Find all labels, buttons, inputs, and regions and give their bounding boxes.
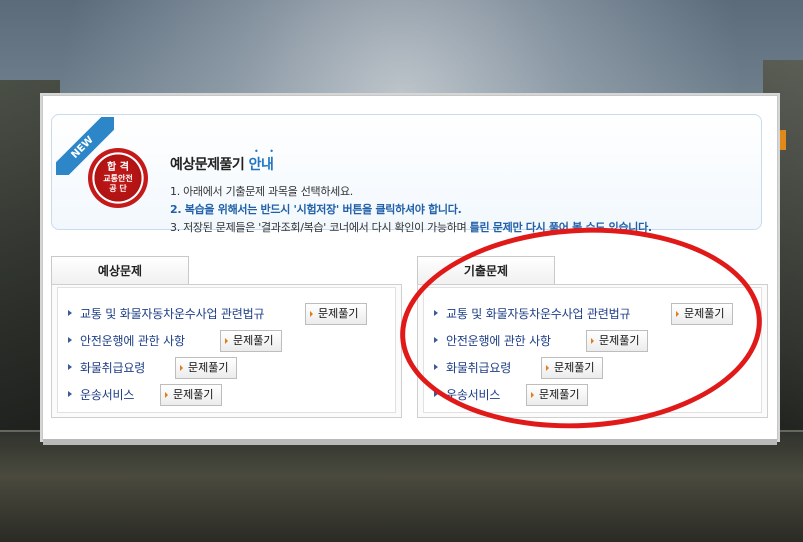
guide-title: 예상문제풀기 안내 — [170, 154, 274, 174]
solve-button[interactable]: 문제풀기 — [220, 330, 283, 352]
tab-past-questions[interactable]: 기출문제 — [417, 256, 555, 285]
solve-button[interactable]: 문제풀기 — [541, 357, 604, 379]
solve-button[interactable]: 문제풀기 — [175, 357, 238, 379]
solve-button-label: 문제풀기 — [188, 361, 229, 374]
guide-title-accent: 안내 — [248, 157, 274, 173]
list-item: 안전운행에 관한 사항 — [434, 329, 551, 351]
solve-button-label: 문제풀기 — [539, 388, 580, 401]
play-arrow-icon — [165, 392, 168, 398]
list-item: 안전운행에 관한 사항 — [68, 329, 185, 351]
guide-line-3-highlight: 틀린 문제만 다시 풀어 볼 수도 있습니다. — [469, 221, 652, 234]
bullet-arrow-icon — [434, 310, 438, 316]
subject-label[interactable]: 교통 및 화물자동차운수사업 관련법규 — [80, 305, 264, 322]
subject-list: 교통 및 화물자동차운수사업 관련법규 문제풀기 안전운행에 관한 사항 문제풀… — [423, 287, 762, 413]
problem-select-window: NEW 합 격 교통안전 공 단 • • 예상문제풀기 안내 1. 아래에서 기… — [42, 95, 778, 445]
subject-label[interactable]: 안전운행에 관한 사항 — [80, 332, 185, 349]
solve-button[interactable]: 문제풀기 — [671, 303, 734, 325]
play-arrow-icon — [310, 311, 313, 317]
tab-expected-questions[interactable]: 예상문제 — [51, 256, 189, 285]
seal-text-2: 교통안전 — [103, 174, 133, 183]
subject-label[interactable]: 화물취급요령 — [80, 359, 145, 376]
background-ground — [0, 432, 803, 542]
solve-button-label: 문제풀기 — [173, 388, 214, 401]
solve-button[interactable]: 문제풀기 — [305, 303, 368, 325]
bullet-arrow-icon — [68, 337, 72, 343]
bullet-arrow-icon — [68, 364, 72, 370]
play-arrow-icon — [546, 365, 549, 371]
subject-list: 교통 및 화물자동차운수사업 관련법규 문제풀기 안전운행에 관한 사항 문제풀… — [57, 287, 396, 413]
subject-label[interactable]: 화물취급요령 — [446, 359, 511, 376]
play-arrow-icon — [591, 338, 594, 344]
bullet-arrow-icon — [434, 364, 438, 370]
solve-button[interactable]: 문제풀기 — [160, 384, 223, 406]
list-item: 운송서비스 — [434, 383, 500, 405]
solve-button-label: 문제풀기 — [554, 361, 595, 374]
list-item: 화물취급요령 — [434, 356, 511, 378]
guide-box: NEW 합 격 교통안전 공 단 • • 예상문제풀기 안내 1. 아래에서 기… — [51, 114, 762, 234]
solve-button[interactable]: 문제풀기 — [586, 330, 649, 352]
past-questions-panel: 기출문제 교통 및 화물자동차운수사업 관련법규 문제풀기 안전운행에 관한 사… — [417, 256, 768, 418]
solve-button-label: 문제풀기 — [599, 334, 640, 347]
list-item: 화물취급요령 — [68, 356, 145, 378]
bullet-arrow-icon — [68, 391, 72, 397]
expected-questions-panel: 예상문제 교통 및 화물자동차운수사업 관련법규 문제풀기 안전운행에 관한 사… — [51, 256, 402, 418]
solve-button-label: 문제풀기 — [233, 334, 274, 347]
solve-button-label: 문제풀기 — [318, 307, 359, 320]
guide-line-1: 1. 아래에서 기출문제 과목을 선택하세요. — [170, 185, 353, 198]
seal-text-1: 합 격 — [107, 162, 129, 173]
solve-button[interactable]: 문제풀기 — [526, 384, 589, 406]
panel-box: 교통 및 화물자동차운수사업 관련법규 문제풀기 안전운행에 관한 사항 문제풀… — [417, 284, 768, 418]
play-arrow-icon — [180, 365, 183, 371]
bullet-arrow-icon — [68, 310, 72, 316]
subject-label[interactable]: 안전운행에 관한 사항 — [446, 332, 551, 349]
play-arrow-icon — [676, 311, 679, 317]
guide-line-3: 3. 저장된 문제들은 '결과조회/복습' 코너에서 다시 확인이 가능하며 틀… — [170, 219, 652, 235]
panel-box: 교통 및 화물자동차운수사업 관련법규 문제풀기 안전운행에 관한 사항 문제풀… — [51, 284, 402, 418]
subject-label[interactable]: 교통 및 화물자동차운수사업 관련법규 — [446, 305, 630, 322]
solve-button-label: 문제풀기 — [684, 307, 725, 320]
guide-line-2: 2. 복습을 위해서는 반드시 '시험저장' 버튼을 클릭하셔야 합니다. — [170, 203, 462, 216]
bullet-arrow-icon — [434, 391, 438, 397]
list-item: 교통 및 화물자동차운수사업 관련법규 — [68, 302, 264, 324]
play-arrow-icon — [531, 392, 534, 398]
subject-label[interactable]: 운송서비스 — [80, 386, 134, 403]
play-arrow-icon — [225, 338, 228, 344]
guide-title-main: 예상문제풀기 — [170, 157, 245, 173]
guide-line-3-text: 3. 저장된 문제들은 '결과조회/복습' 코너에서 다시 확인이 가능하며 — [170, 221, 470, 234]
bullet-arrow-icon — [434, 337, 438, 343]
pass-seal-icon: 합 격 교통안전 공 단 — [88, 148, 148, 208]
list-item: 교통 및 화물자동차운수사업 관련법규 — [434, 302, 630, 324]
subject-label[interactable]: 운송서비스 — [446, 386, 500, 403]
seal-text-3: 공 단 — [109, 184, 127, 193]
list-item: 운송서비스 — [68, 383, 134, 405]
